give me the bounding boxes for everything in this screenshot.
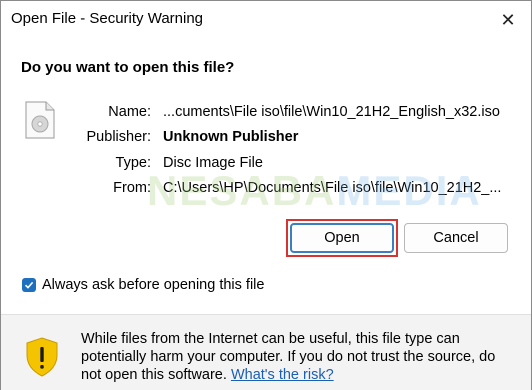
close-icon: ✕ — [500, 9, 516, 30]
from-label: From: — [113, 180, 151, 196]
always-ask-label[interactable]: Always ask before opening this file — [42, 277, 264, 293]
name-value: ...cuments\File iso\file\Win10_21H2_Engl… — [163, 104, 500, 120]
title-bar: Open File - Security Warning ✕ — [1, 1, 531, 39]
name-label: Name: — [108, 104, 151, 120]
publisher-label: Publisher: — [86, 129, 151, 145]
cancel-button[interactable]: Cancel — [404, 223, 508, 253]
dialog-question: Do you want to open this file? — [21, 59, 235, 76]
close-button[interactable]: ✕ — [485, 1, 531, 39]
type-label: Type: — [115, 155, 151, 171]
window-title: Open File - Security Warning — [11, 10, 204, 27]
whats-the-risk-link[interactable]: What's the risk? — [231, 367, 334, 383]
always-ask-checkbox[interactable] — [22, 278, 36, 292]
security-warning-dialog: Open File - Security Warning ✕ Do you wa… — [0, 0, 532, 390]
type-value: Disc Image File — [163, 155, 263, 171]
checkmark-icon — [24, 281, 34, 289]
warning-message: While files from the Internet can be use… — [81, 330, 511, 384]
shield-warning-icon — [26, 337, 58, 377]
warning-footer: While files from the Internet can be use… — [1, 314, 531, 390]
from-value: C:\Users\HP\Documents\File iso\file\Win1… — [163, 180, 502, 196]
publisher-value: Unknown Publisher — [163, 129, 299, 145]
open-button[interactable]: Open — [290, 223, 394, 253]
